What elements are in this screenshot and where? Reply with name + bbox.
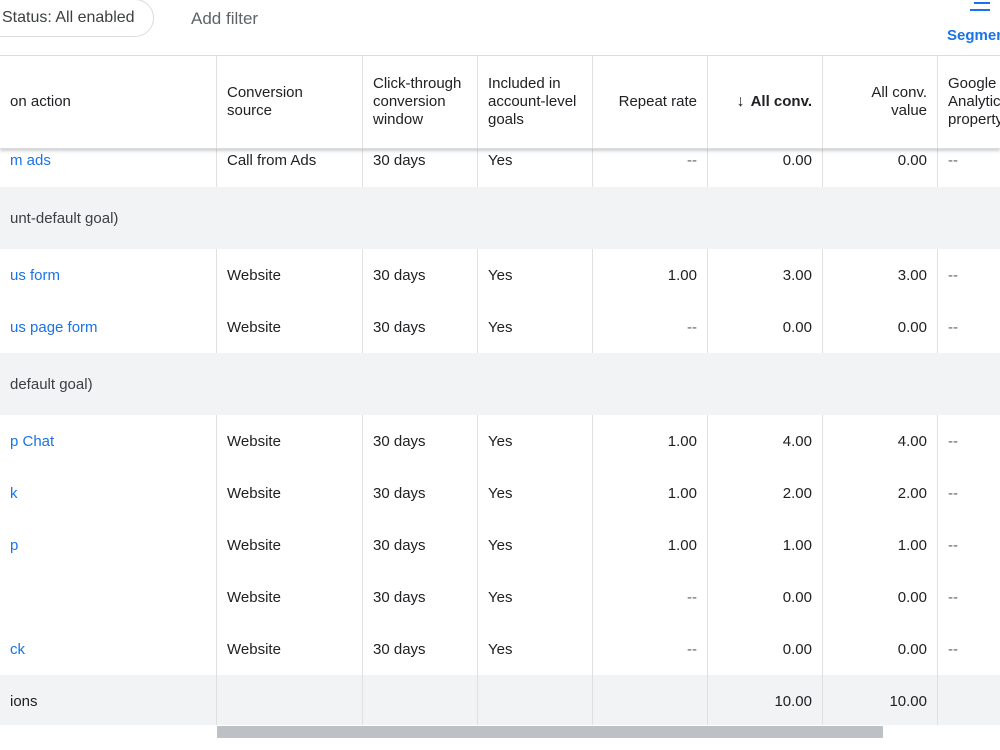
segment-button[interactable]: Segmen — [947, 27, 1000, 44]
conversion-action-link[interactable] — [0, 571, 217, 623]
cell-value: 0.00 — [823, 571, 938, 623]
cell-ga: -- — [948, 588, 958, 606]
cell-source: Website — [217, 467, 363, 519]
cell-included: Yes — [478, 623, 593, 675]
cell-included: Yes — [478, 467, 593, 519]
cell-included: Yes — [478, 415, 593, 467]
filter-bar: Status: All enabled Add filter Segmen — [0, 0, 1000, 55]
table-row: us form Website 30 days Yes 1.00 3.00 3.00 -- — [0, 249, 1000, 302]
total-empty-cell — [593, 675, 708, 725]
cell-window: 30 days — [363, 519, 478, 571]
col-header-included-in-goals[interactable]: Included in account-level goals — [478, 56, 593, 148]
conversion-action-link[interactable]: k — [0, 467, 217, 519]
group-row: default goal) — [0, 353, 1000, 416]
cell-included: Yes — [478, 571, 593, 623]
conversion-action-link[interactable]: us form — [0, 249, 217, 301]
cell-value: 4.00 — [823, 415, 938, 467]
cell-allconv: 0.00 — [708, 571, 823, 623]
cell-value: 0.00 — [823, 301, 938, 353]
cell-included: Yes — [478, 301, 593, 353]
col-header-all-conv-value[interactable]: All conv. value — [823, 56, 938, 148]
table-row: us page form Website 30 days Yes -- 0.00 0.00-… — [0, 301, 1000, 354]
cell-source: Website — [217, 571, 363, 623]
col-header-click-through-window[interactable]: Click-through conversion window — [363, 56, 478, 148]
cell-value: 2.00 — [823, 467, 938, 519]
segment-icon[interactable] — [966, 0, 990, 16]
total-empty-cell — [217, 675, 363, 725]
conversion-actions-table: on action Conversion source Click-throug… — [0, 55, 1000, 725]
sort-down-arrow-icon: ↓ — [736, 93, 745, 110]
cell-included: Yes — [478, 249, 593, 301]
cell-source: Website — [217, 623, 363, 675]
col-header-ga-property[interactable]: Google Analytic property — [938, 56, 1000, 148]
cell-ga: -- — [948, 484, 958, 502]
cell-repeat: 1.00 — [593, 467, 708, 519]
cell-value: 0.00 — [823, 623, 938, 675]
cell-window: 30 days — [363, 249, 478, 301]
conversion-action-link[interactable]: p Chat — [0, 415, 217, 467]
conversion-action-link[interactable]: us page form — [0, 301, 217, 353]
group-row: unt-default goal) — [0, 187, 1000, 250]
group-label: default goal) — [10, 375, 93, 393]
cell-allconv: 1.00 — [708, 519, 823, 571]
table-header: on action Conversion source Click-throug… — [0, 55, 1000, 149]
cell-repeat: 1.00 — [593, 249, 708, 301]
group-label: unt-default goal) — [10, 209, 119, 227]
cell-allconv: 0.00 — [708, 301, 823, 353]
col-header-all-conv-label: All conv. — [750, 93, 812, 110]
cell-window: 30 days — [363, 415, 478, 467]
total-row: ions 10.00 10.00 — [0, 675, 1000, 725]
col-header-repeat-rate[interactable]: Repeat rate — [593, 56, 708, 148]
cell-window: 30 days — [363, 571, 478, 623]
col-header-conversion-action[interactable]: on action — [0, 56, 217, 148]
cell-value: 3.00 — [823, 249, 938, 301]
cell-source: Website — [217, 249, 363, 301]
cell-window: 30 days — [363, 623, 478, 675]
total-label: ions — [0, 675, 217, 725]
cell-ga: -- — [948, 536, 958, 554]
total-empty-cell — [478, 675, 593, 725]
total-allconv: 10.00 — [708, 675, 823, 725]
cell-ga: -- — [948, 266, 958, 284]
cell-included: Yes — [478, 519, 593, 571]
table-row: p Chat Website 30 days Yes 1.00 4.00 4.00 -- — [0, 415, 1000, 468]
total-empty-cell — [363, 675, 478, 725]
cell-repeat: -- — [593, 301, 708, 353]
cell-allconv: 0.00 — [708, 623, 823, 675]
cell-ga: -- — [948, 640, 958, 658]
table-row: Website 30 days Yes -- 0.00 0.00 -- — [0, 571, 1000, 624]
cell-repeat: -- — [593, 623, 708, 675]
conversion-action-link[interactable]: ck — [0, 623, 217, 675]
cell-window: 30 days — [363, 467, 478, 519]
table-row: p Website 30 days Yes 1.00 1.00 1.00 -- — [0, 519, 1000, 572]
table-row: ck Website 30 days Yes -- 0.00 0.00 -- — [0, 623, 1000, 676]
cell-source: Website — [217, 415, 363, 467]
cell-source: Website — [217, 519, 363, 571]
conversion-action-link[interactable]: p — [0, 519, 217, 571]
cell-ga: -- — [948, 318, 958, 336]
cell-value: 1.00 — [823, 519, 938, 571]
add-filter-button[interactable]: Add filter — [191, 9, 258, 29]
col-header-all-conv[interactable]: ↓ All conv. — [708, 56, 823, 148]
cell-repeat: -- — [593, 571, 708, 623]
cell-window: 30 days — [363, 301, 478, 353]
total-empty-cell — [938, 675, 1000, 725]
cell-ga: -- — [948, 432, 958, 450]
status-filter-chip[interactable]: Status: All enabled — [0, 0, 154, 37]
cell-allconv: 3.00 — [708, 249, 823, 301]
cell-allconv: 2.00 — [708, 467, 823, 519]
col-header-conversion-source[interactable]: Conversion source — [217, 56, 363, 148]
horizontal-scrollbar[interactable] — [217, 726, 883, 738]
cell-source: Website — [217, 301, 363, 353]
cell-repeat: 1.00 — [593, 415, 708, 467]
table-row: k Website 30 days Yes 1.00 2.00 2.00 -- — [0, 467, 1000, 520]
total-value: 10.00 — [823, 675, 938, 725]
cell-allconv: 4.00 — [708, 415, 823, 467]
cell-repeat: 1.00 — [593, 519, 708, 571]
